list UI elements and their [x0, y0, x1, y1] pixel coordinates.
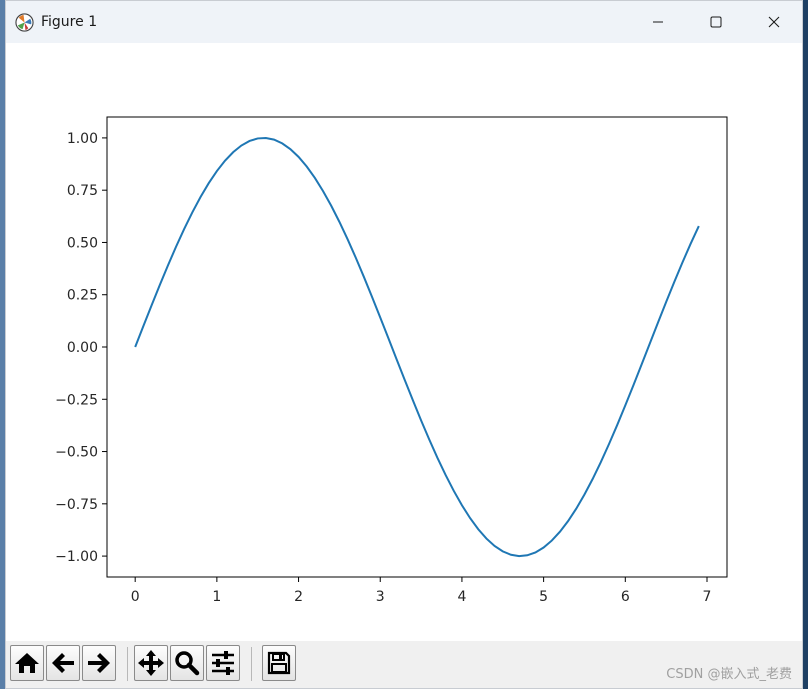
x-tick-label: 5	[539, 589, 548, 605]
figure-canvas[interactable]: −1.00 −0.75 −0.50 −0.25 0.00 0.25 0.50 0.75 1.00…	[6, 43, 802, 641]
maximize-button[interactable]	[687, 1, 745, 43]
x-tick-label: 0	[131, 589, 140, 605]
y-tick-label: 0.75	[67, 183, 98, 199]
minimize-button[interactable]	[629, 1, 687, 43]
save-button[interactable]	[262, 645, 296, 681]
toolbar-separator	[127, 647, 128, 681]
toolbar-separator	[251, 647, 252, 681]
y-tick-label: 0.00	[67, 340, 98, 356]
y-tick-label: 0.50	[67, 235, 98, 251]
series-line	[134, 136, 700, 558]
x-tick-label: 3	[376, 589, 385, 605]
y-tick-label: 0.25	[67, 288, 98, 304]
sliders-icon	[212, 651, 234, 675]
home-icon	[15, 653, 39, 673]
figure-window: Figure 1 −1.00 −0.75 −0.50 −0.25 0.00 0.25 0.5…	[5, 0, 803, 689]
magnifier-icon	[175, 651, 200, 676]
x-tick-label: 1	[212, 589, 221, 605]
x-tick-label: 4	[457, 589, 466, 605]
y-tick-label: −0.75	[55, 497, 98, 513]
minimize-icon	[653, 21, 663, 23]
x-tick-label: 2	[294, 589, 303, 605]
floppy-icon	[267, 651, 291, 675]
home-button[interactable]	[10, 645, 44, 681]
x-tick-label: 6	[621, 589, 630, 605]
close-button[interactable]	[745, 1, 802, 43]
y-tick-label: −0.50	[55, 445, 98, 461]
window-title: Figure 1	[41, 14, 98, 30]
close-icon	[768, 16, 780, 28]
configure-subplots-button[interactable]	[206, 645, 240, 681]
y-tick-label: −0.25	[55, 392, 98, 408]
y-tick-label: 1.00	[67, 131, 98, 147]
zoom-button[interactable]	[170, 645, 204, 681]
maximize-icon	[710, 16, 722, 28]
y-tick-label: −1.00	[55, 549, 98, 565]
arrow-left-icon	[52, 653, 74, 673]
watermark-text: CSDN @嵌入式_老费	[666, 667, 792, 682]
matplotlib-logo-icon	[15, 13, 34, 32]
arrow-right-icon	[88, 653, 110, 673]
forward-button[interactable]	[82, 645, 116, 681]
pan-button[interactable]	[134, 645, 168, 681]
navigation-toolbar: CSDN @嵌入式_老费	[6, 641, 802, 688]
y-axis-ticks: −1.00 −0.75 −0.50 −0.25 0.00 0.25 0.50 0.75 1.00	[55, 131, 107, 565]
move-icon	[138, 650, 164, 676]
x-tick-label: 7	[703, 589, 712, 605]
x-axis-ticks: 0 1 2 3 4 5 6 7	[131, 577, 712, 605]
title-bar: Figure 1	[6, 1, 802, 43]
axes-frame	[106, 116, 728, 578]
sine-line-chart: −1.00 −0.75 −0.50 −0.25 0.00 0.25 0.50 0.75 1.00…	[55, 116, 728, 605]
back-button[interactable]	[46, 645, 80, 681]
